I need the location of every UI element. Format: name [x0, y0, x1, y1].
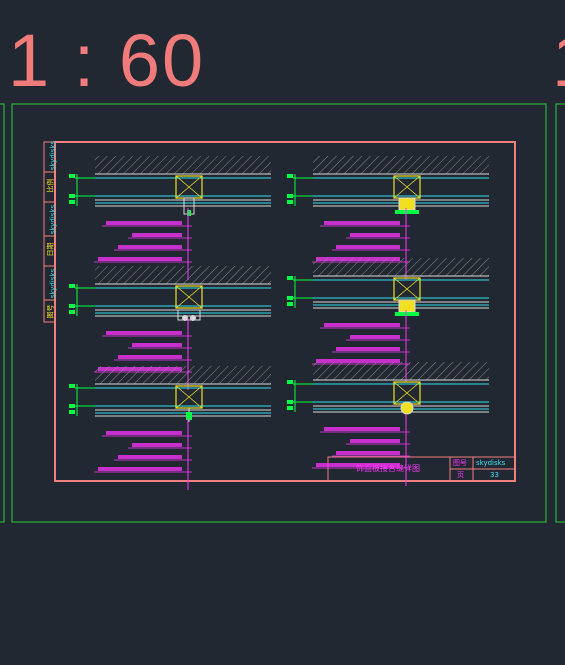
side-strip-label: skydisks [49, 140, 58, 171]
dimension-tick [69, 384, 75, 388]
dimension-tick [287, 406, 293, 410]
joint-marker [186, 412, 192, 420]
dimension-tick [69, 404, 75, 408]
detail-drawings [69, 156, 489, 490]
side-strip-label: 日期 [46, 242, 55, 257]
side-strip-label: 比例 [46, 178, 55, 193]
dimension-tick [287, 174, 293, 178]
leader-annotation [106, 431, 182, 435]
dimension-tick [69, 304, 75, 308]
hatch-band [313, 156, 489, 174]
side-strip-label: 图号 [46, 304, 55, 319]
dimension-tick [287, 296, 293, 300]
joint-marker [395, 210, 419, 214]
cad-drawing-canvas[interactable] [0, 0, 565, 665]
hatch-band [95, 156, 271, 174]
leader-annotation [324, 323, 400, 327]
leader-annotation [98, 467, 182, 471]
dimension-tick [287, 380, 293, 384]
leader-annotation [118, 245, 182, 249]
joint-bead [190, 315, 196, 321]
dimension-tick [69, 194, 75, 198]
leader-annotation [350, 233, 400, 237]
joint-profile [398, 299, 416, 313]
drawing-no-value: skydisks [476, 459, 506, 467]
hatch-band [313, 258, 489, 276]
leader-annotation [132, 443, 182, 447]
leader-annotation [118, 455, 182, 459]
leader-annotation [350, 335, 400, 339]
leader-annotation [336, 347, 400, 351]
sheet-border [54, 141, 516, 482]
joint-marker [395, 312, 419, 316]
joint-profile [177, 309, 201, 321]
joint-bead [400, 401, 414, 415]
leader-annotation [336, 245, 400, 249]
dimension-tick [69, 284, 75, 288]
hatch-band [95, 366, 271, 384]
dimension-tick [287, 194, 293, 198]
page-value: 33 [490, 471, 499, 479]
leader-annotation [106, 331, 182, 335]
leader-annotation [350, 439, 400, 443]
leader-annotation [132, 233, 182, 237]
joint-bead [182, 315, 188, 321]
leader-annotation [324, 427, 400, 431]
side-strip-label: skydisks [49, 204, 58, 235]
dimension-tick [69, 200, 75, 204]
drawing-name: 饰面板接合缝详图 [356, 464, 420, 473]
hatch-band [313, 362, 489, 380]
side-strip-label: skydisks [49, 268, 58, 299]
dimension-tick [287, 200, 293, 204]
dimension-tick [287, 276, 293, 280]
leader-annotation [98, 257, 182, 261]
leader-annotation [336, 451, 400, 455]
dimension-tick [287, 400, 293, 404]
dimension-tick [69, 174, 75, 178]
left-viewport-edge [0, 103, 5, 523]
dimension-tick [287, 302, 293, 306]
leader-annotation [118, 355, 182, 359]
leader-annotation [132, 343, 182, 347]
hatch-band [95, 266, 271, 284]
leader-annotation [324, 221, 400, 225]
joint-profile [398, 197, 416, 211]
right-viewport-edge [555, 103, 565, 523]
leader-annotation [106, 221, 182, 225]
drawing-no-label: 图号 [453, 459, 467, 467]
page-label: 页 [457, 471, 464, 479]
dimension-tick [69, 310, 75, 314]
dimension-tick [69, 410, 75, 414]
